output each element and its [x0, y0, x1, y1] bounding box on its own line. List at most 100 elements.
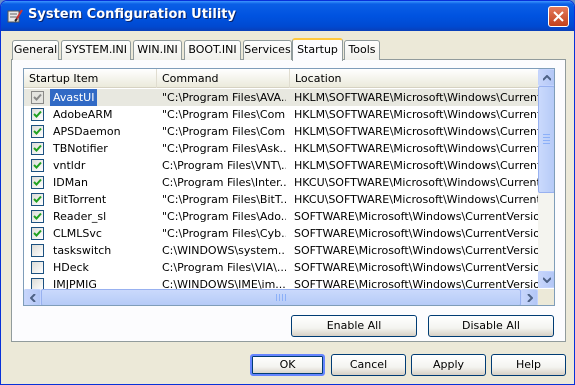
enable-all-button[interactable]: Enable All	[291, 315, 417, 337]
command-cell: "C:\Program Files\Ask...	[162, 142, 286, 155]
scroll-right-button[interactable]	[521, 289, 538, 305]
startup-item-cell: IDMan	[28, 174, 156, 191]
location-cell: HKLM\SOFTWARE\Microsoft\Windows\CurrentV…	[294, 125, 538, 138]
startup-item-name: AdobeARM	[53, 108, 113, 121]
command-cell: "C:\Program Files\Cyb...	[162, 227, 286, 240]
startup-item-name: BitTorrent	[53, 193, 107, 206]
list-item[interactable]: TBNotifier "C:\Program Files\Ask... HKLM\S…	[24, 140, 538, 157]
window-title: System Configuration Utility	[28, 7, 236, 22]
checkmark-icon	[33, 127, 42, 135]
tab-win-ini[interactable]: WIN.INI	[133, 40, 182, 60]
startup-list[interactable]: Startup Item Command Location AvastUI "C:…	[23, 68, 555, 306]
command-cell: "C:\Program Files\AVA...	[162, 91, 286, 104]
enable-checkbox[interactable]	[31, 142, 44, 155]
close-icon	[553, 11, 564, 22]
scroll-down-button[interactable]	[538, 271, 554, 288]
startup-item-cell: BitTorrent	[28, 191, 156, 208]
startup-item-cell: AdobeARM	[28, 106, 156, 123]
location-cell: SOFTWARE\Microsoft\Windows\CurrentVersio…	[294, 261, 538, 274]
enable-checkbox[interactable]	[31, 125, 44, 138]
scroll-left-button[interactable]	[24, 289, 41, 305]
enable-checkbox[interactable]	[31, 244, 44, 257]
tab-services[interactable]: Services	[243, 40, 292, 60]
disable-all-button[interactable]: Disable All	[428, 315, 554, 337]
list-item[interactable]: IMJPMIG C:\WINDOWS\IME\im... SOFTWARE\Micr…	[24, 276, 538, 289]
enable-checkbox[interactable]	[31, 159, 44, 172]
checkmark-icon	[33, 93, 42, 101]
enable-checkbox[interactable]	[31, 278, 44, 289]
startup-item-cell: AvastUI	[28, 89, 156, 106]
command-cell: C:\Program Files\VNT\...	[162, 159, 286, 172]
startup-item-name: TBNotifier	[53, 142, 108, 155]
location-cell: SOFTWARE\Microsoft\Windows\CurrentVersio…	[294, 278, 538, 289]
scroll-up-button[interactable]	[538, 69, 554, 86]
list-item[interactable]: Reader_sl "C:\Program Files\Ado... SOFTWAR…	[24, 208, 538, 225]
command-cell: C:\WINDOWS\system...	[162, 244, 286, 257]
startup-item-name: taskswitch	[53, 244, 112, 257]
enable-checkbox[interactable]	[31, 176, 44, 189]
enable-checkbox[interactable]	[31, 261, 44, 274]
list-item[interactable]: CLMLSvc "C:\Program Files\Cyb... SOFTWARE\…	[24, 225, 538, 242]
location-cell: SOFTWARE\Microsoft\Windows\CurrentVersio…	[294, 210, 538, 223]
horizontal-scroll-thumb[interactable]	[41, 289, 521, 305]
enable-checkbox[interactable]	[31, 91, 44, 104]
command-cell: C:\WINDOWS\IME\im...	[162, 278, 286, 289]
vertical-scroll-thumb[interactable]	[538, 86, 554, 193]
list-header: Startup Item Command Location	[24, 69, 538, 88]
tab-boot-ini[interactable]: BOOT.INI	[184, 40, 241, 60]
tab-general[interactable]: General	[12, 40, 59, 60]
checkmark-icon	[33, 229, 42, 237]
enable-checkbox[interactable]	[31, 210, 44, 223]
startup-item-name: Reader_sl	[53, 210, 107, 223]
cancel-button[interactable]: Cancel	[331, 354, 406, 376]
list-item[interactable]: vntldr C:\Program Files\VNT\... HKLM\SOFTW…	[24, 157, 538, 174]
checkmark-icon	[33, 110, 42, 118]
startup-item-cell: vntldr	[28, 157, 156, 174]
startup-item-cell: HDeck	[28, 259, 156, 276]
location-cell: HKLM\SOFTWARE\Microsoft\Windows\CurrentV…	[294, 159, 538, 172]
location-cell: SOFTWARE\Microsoft\Windows\CurrentVersio…	[294, 244, 538, 257]
startup-item-name: CLMLSvc	[53, 227, 102, 240]
startup-item-cell: APSDaemon	[28, 123, 156, 140]
checkmark-icon	[33, 144, 42, 152]
list-item[interactable]: taskswitch C:\WINDOWS\system... SOFTWARE\M…	[24, 242, 538, 259]
list-item[interactable]: BitTorrent "C:\Program Files\BitT... HKCU\…	[24, 191, 538, 208]
checkmark-icon	[33, 161, 42, 169]
command-cell: "C:\Program Files\Ado...	[162, 210, 286, 223]
startup-item-name: vntldr	[53, 159, 86, 172]
list-item[interactable]: IDMan C:\Program Files\Inter... HKCU\SOFTW…	[24, 174, 538, 191]
list-item[interactable]: APSDaemon "C:\Program Files\Com... HKLM\SO…	[24, 123, 538, 140]
startup-item-cell: CLMLSvc	[28, 225, 156, 242]
startup-item-name: IDMan	[53, 176, 88, 189]
close-button[interactable]	[548, 6, 569, 27]
startup-item-cell: taskswitch	[28, 242, 156, 259]
arrow-up-icon	[543, 75, 551, 81]
title-bar[interactable]: System Configuration Utility	[1, 1, 574, 31]
column-header-startup-item[interactable]: Startup Item	[24, 69, 157, 88]
help-button[interactable]: Help	[491, 354, 566, 376]
enable-checkbox[interactable]	[31, 227, 44, 240]
column-header-command[interactable]: Command	[157, 69, 290, 88]
checkmark-icon	[33, 212, 42, 220]
tab-startup[interactable]: Startup	[292, 38, 343, 61]
command-cell: "C:\Program Files\Com...	[162, 125, 286, 138]
msconfig-icon	[7, 8, 23, 24]
list-item[interactable]: AdobeARM "C:\Program Files\Com... HKLM\SOF…	[24, 106, 538, 123]
ok-button[interactable]: OK	[250, 354, 325, 376]
column-header-location[interactable]: Location	[290, 69, 538, 88]
vertical-scrollbar[interactable]	[538, 69, 554, 288]
list-item[interactable]: HDeck C:\Program Files\VIA\... SOFTWARE\Mi…	[24, 259, 538, 276]
enable-checkbox[interactable]	[31, 193, 44, 206]
list-item[interactable]: AvastUI "C:\Program Files\AVA... HKLM\SOFT…	[24, 89, 538, 106]
tab-system-ini[interactable]: SYSTEM.INI	[61, 40, 131, 60]
list-rows: AvastUI "C:\Program Files\AVA... HKLM\SOFT…	[24, 89, 538, 289]
enable-checkbox[interactable]	[31, 108, 44, 121]
location-cell: HKCU\SOFTWARE\Microsoft\Windows\CurrentV…	[294, 176, 538, 189]
horizontal-scrollbar[interactable]	[24, 289, 538, 305]
command-cell: C:\Program Files\Inter...	[162, 176, 286, 189]
startup-item-name: AvastUI	[50, 89, 98, 106]
location-cell: HKLM\SOFTWARE\Microsoft\Windows\CurrentV…	[294, 142, 538, 155]
apply-button[interactable]: Apply	[411, 354, 486, 376]
checkmark-icon	[33, 195, 42, 203]
tab-tools[interactable]: Tools	[344, 40, 380, 60]
